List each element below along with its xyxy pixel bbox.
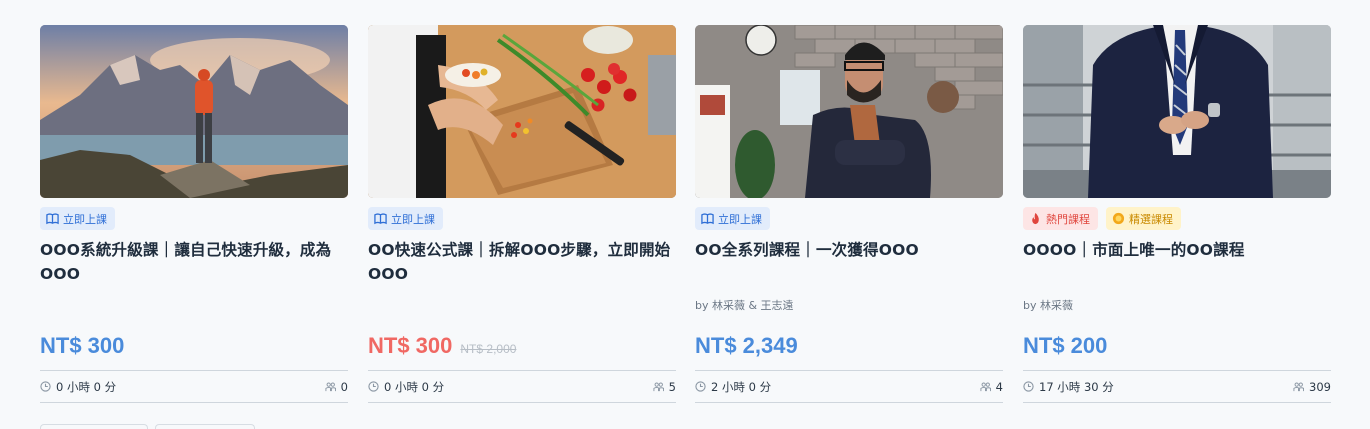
- tag-label: 精選課程: [1129, 212, 1173, 226]
- course-author: by 林采薇 & 王志遠: [695, 299, 794, 312]
- course-duration: 0 小時 0 分: [56, 379, 117, 394]
- course-tags: 立即上課: [695, 207, 770, 230]
- clock-icon: [695, 381, 706, 392]
- course-thumbnail[interactable]: [368, 25, 676, 198]
- course-author: by 林采薇: [1023, 299, 1073, 312]
- course-student-count: 5: [668, 379, 676, 394]
- course-card[interactable]: 立即上課 OOO系統升級課｜讓自己快速升級，成為OOO NT$ 300 0 小時…: [40, 25, 348, 405]
- course-duration: 2 小時 0 分: [711, 379, 772, 394]
- star-badge-icon: [1112, 212, 1125, 225]
- next-row-hint: [155, 424, 255, 429]
- tag-hot-course: 熱門課程: [1023, 207, 1098, 230]
- fire-icon: [1032, 212, 1039, 225]
- course-duration: 17 小時 30 分: [1039, 379, 1114, 394]
- man-portrait-image: [695, 25, 1003, 198]
- course-card[interactable]: 立即上課 OO全系列課程｜一次獲得OOO by 林采薇 & 王志遠 NT$ 2,…: [695, 25, 1003, 405]
- course-price: NT$ 200: [1023, 333, 1108, 358]
- price-row: NT$ 300 NT$ 2,000: [368, 333, 516, 359]
- tag-label: 立即上課: [63, 212, 107, 226]
- course-price: NT$ 2,349: [695, 333, 798, 358]
- course-tags: 熱門課程 精選課程: [1023, 207, 1181, 230]
- course-original-price: NT$ 2,000: [460, 342, 517, 356]
- course-student-count: 309: [1309, 379, 1331, 394]
- mountain-hiker-image: [40, 25, 348, 198]
- course-card[interactable]: 立即上課 OO快速公式課｜拆解OOO步驟，立即開始OOO NT$ 300 NT$…: [368, 25, 676, 405]
- course-duration: 0 小時 0 分: [384, 379, 445, 394]
- price-row: NT$ 200: [1023, 333, 1107, 359]
- course-meta: 17 小時 30 分 309: [1023, 370, 1331, 403]
- course-student-count: 0: [340, 379, 348, 394]
- clock-icon: [1023, 381, 1034, 392]
- businessman-image: [1023, 25, 1331, 198]
- book-icon: [46, 213, 59, 225]
- tag-start-learning: 立即上課: [40, 207, 115, 230]
- tag-label: 熱門課程: [1046, 212, 1090, 226]
- course-price: NT$ 300: [40, 333, 125, 358]
- tag-featured-course: 精選課程: [1106, 207, 1181, 230]
- students-icon: [653, 382, 664, 392]
- students-icon: [325, 382, 336, 392]
- course-title[interactable]: OOOO｜市面上唯一的OO課程: [1023, 238, 1331, 262]
- clock-icon: [40, 381, 51, 392]
- course-thumbnail[interactable]: [695, 25, 1003, 198]
- course-meta: 0 小時 0 分 5: [368, 370, 676, 403]
- book-icon: [374, 213, 387, 225]
- course-meta: 2 小時 0 分 4: [695, 370, 1003, 403]
- clock-icon: [368, 381, 379, 392]
- tag-start-learning: 立即上課: [695, 207, 770, 230]
- course-thumbnail[interactable]: [40, 25, 348, 198]
- tag-label: 立即上課: [391, 212, 435, 226]
- course-card[interactable]: 熱門課程 精選課程 OOOO｜市面上唯一的OO課程 by 林采薇 NT$ 200…: [1023, 25, 1331, 405]
- cooking-board-image: [368, 25, 676, 198]
- course-tags: 立即上課: [368, 207, 443, 230]
- course-title[interactable]: OOO系統升級課｜讓自己快速升級，成為OOO: [40, 238, 348, 286]
- course-thumbnail[interactable]: [1023, 25, 1331, 198]
- book-icon: [701, 213, 714, 225]
- students-icon: [980, 382, 991, 392]
- course-meta: 0 小時 0 分 0: [40, 370, 348, 403]
- course-tags: 立即上課: [40, 207, 115, 230]
- price-row: NT$ 300: [40, 333, 124, 359]
- students-icon: [1293, 382, 1305, 392]
- course-title[interactable]: OO快速公式課｜拆解OOO步驟，立即開始OOO: [368, 238, 676, 286]
- course-sale-price: NT$ 300: [368, 333, 453, 358]
- next-row-hint: [40, 424, 148, 429]
- course-title[interactable]: OO全系列課程｜一次獲得OOO: [695, 238, 1003, 262]
- course-student-count: 4: [995, 379, 1003, 394]
- tag-label: 立即上課: [718, 212, 762, 226]
- price-row: NT$ 2,349: [695, 333, 798, 359]
- tag-start-learning: 立即上課: [368, 207, 443, 230]
